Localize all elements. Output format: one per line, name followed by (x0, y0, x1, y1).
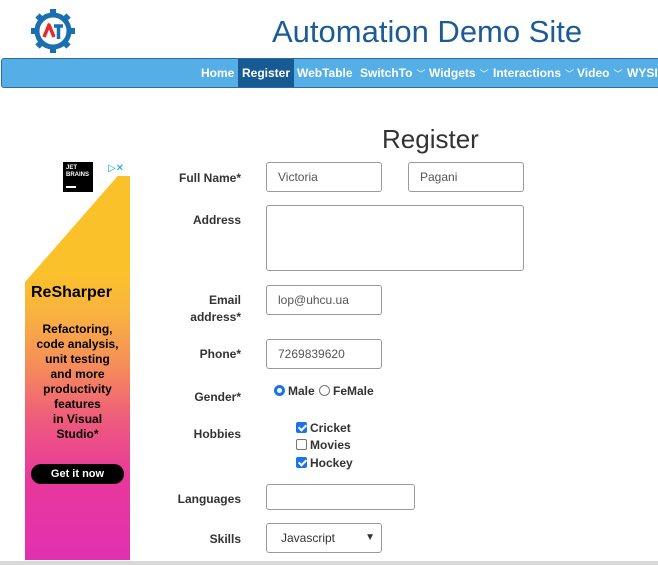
ad-text-line: Studio* (56, 427, 99, 441)
email-label-line: Email (208, 293, 241, 307)
site-header: Automation Demo Site (0, 0, 658, 58)
nav-switchto[interactable]: SwitchTo ﹀ (357, 59, 428, 87)
checkbox-checked-icon[interactable] (296, 422, 307, 433)
ad-choices-icon[interactable]: ▷✕ (102, 162, 130, 176)
jetbrains-logo-icon: JET BRAINS (63, 162, 93, 192)
first-name-input[interactable]: Victoria (266, 162, 382, 192)
gear-logo-icon[interactable] (30, 8, 76, 54)
address-label: Address (192, 213, 241, 227)
nav-webtable-label: WebTable (297, 66, 353, 80)
nav-switchto-label: SwitchTo (360, 66, 413, 80)
nav-video[interactable]: Video ﹀ (574, 59, 625, 87)
chevron-down-icon: ﹀ (416, 69, 426, 79)
ad-text-line: unit testing (45, 352, 110, 366)
hobby-hockey-checkbox[interactable]: Hockey (296, 455, 353, 471)
gender-male-radio[interactable]: Male (274, 383, 315, 399)
checkbox-checked-icon[interactable] (296, 457, 307, 468)
gender-female-radio[interactable]: FeMale (319, 383, 374, 399)
nav-video-label: Video (577, 66, 610, 80)
nav-webtable[interactable]: WebTable (294, 59, 356, 87)
languages-label: Languages (177, 492, 241, 506)
radio-checked-icon[interactable] (274, 385, 285, 396)
email-label: Email address* (131, 292, 241, 326)
gender-label: Gender* (194, 390, 241, 404)
nav-widgets-label: Widgets (429, 66, 476, 80)
hobbies-label: Hobbies (193, 427, 241, 441)
nav-widgets[interactable]: Widgets ﹀ (426, 59, 492, 87)
nav-home-label: Home (201, 66, 235, 80)
ad-text-line: productivity (43, 382, 112, 396)
ad-text-line: features (54, 397, 101, 411)
nav-home[interactable]: Home (198, 59, 237, 87)
address-textarea[interactable] (266, 205, 524, 271)
chevron-down-icon: ▼ (365, 532, 375, 543)
site-title: Automation Demo Site (272, 14, 583, 49)
email-input[interactable]: lop@uhcu.ua (266, 285, 382, 315)
skills-label: Skills (209, 532, 241, 546)
phone-label: Phone* (199, 347, 241, 361)
nav-interactions[interactable]: Interactions ﹀ (490, 59, 577, 87)
advertisement[interactable]: JET BRAINS ▷✕ ReSharper Refactoring, cod… (25, 162, 130, 560)
gender-male-label: Male (288, 384, 315, 398)
ad-cta-button[interactable]: Get it now (31, 464, 124, 484)
ad-product: ReSharper (31, 284, 112, 301)
checkbox-unchecked-icon[interactable] (296, 439, 307, 450)
skills-selected-value: Javascript (281, 531, 336, 545)
horizontal-scrollbar[interactable] (0, 561, 658, 565)
chevron-down-icon: ﹀ (613, 69, 623, 79)
ad-brand: JET BRAINS (66, 165, 90, 178)
ad-text-line: Refactoring, (42, 322, 113, 336)
gender-female-label: FeMale (333, 384, 374, 398)
radio-unchecked-icon[interactable] (319, 385, 330, 396)
hobby-cricket-label: Cricket (310, 421, 351, 435)
phone-input[interactable]: 7269839620 (266, 339, 382, 369)
nav-register-label: Register (242, 66, 291, 80)
hobby-movies-checkbox[interactable]: Movies (296, 437, 351, 453)
nav-register[interactable]: Register (238, 59, 295, 87)
main-navbar: Home Register WebTable SwitchTo ﹀ Widgets… (1, 58, 658, 88)
hobby-cricket-checkbox[interactable]: Cricket (296, 420, 351, 436)
ad-text-line: code analysis, (36, 337, 119, 351)
ad-text: Refactoring, code analysis, unit testing… (25, 322, 130, 442)
chevron-down-icon: ﹀ (479, 69, 489, 79)
email-label-line: address* (190, 310, 241, 324)
nav-wysiwyg-label: WYSI (627, 66, 658, 80)
nav-wysiwyg[interactable]: WYSI (624, 59, 658, 87)
ad-text-line: in Visual (52, 412, 103, 426)
ad-text-line: and more (50, 367, 105, 381)
full-name-label: Full Name* (178, 171, 241, 185)
page-title: Register (382, 124, 479, 154)
last-name-input[interactable]: Pagani (408, 162, 524, 192)
hobby-hockey-label: Hockey (310, 456, 353, 470)
nav-interactions-label: Interactions (493, 66, 562, 80)
languages-input[interactable] (266, 484, 415, 510)
skills-select[interactable]: Javascript ▼ (266, 523, 382, 553)
hobby-movies-label: Movies (310, 438, 351, 452)
chevron-down-icon: ﹀ (565, 69, 575, 79)
